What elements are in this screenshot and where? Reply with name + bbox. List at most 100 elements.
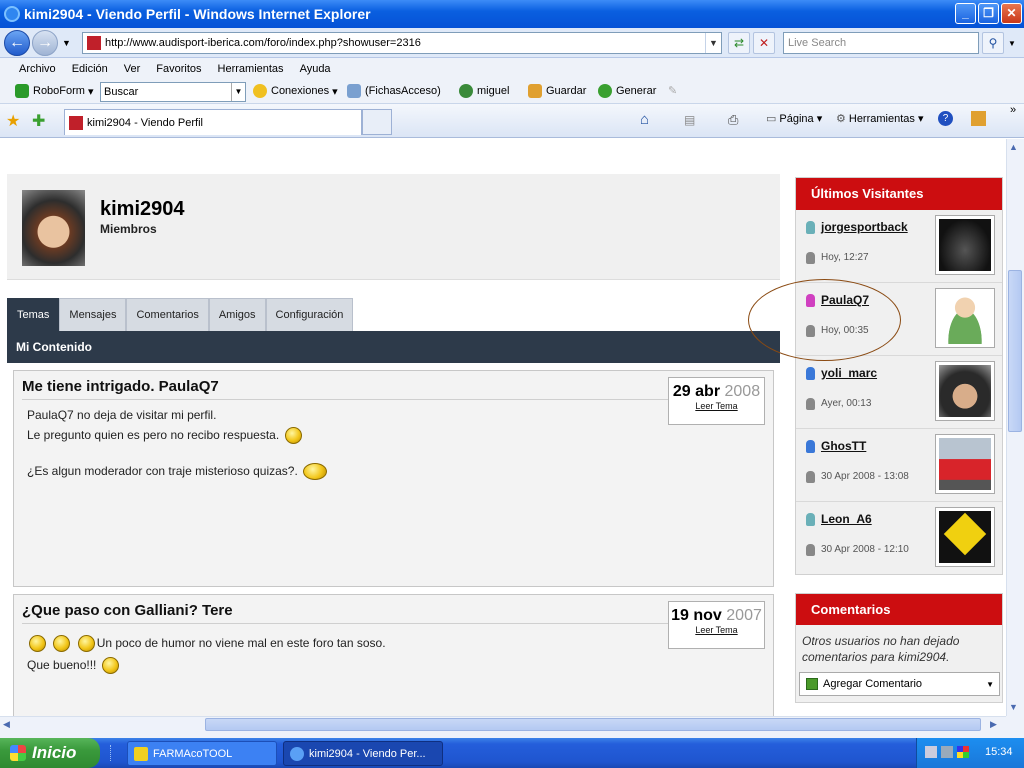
task-farmacotool[interactable]: FARMAcoTOOL — [127, 741, 277, 766]
herramientas-menu[interactable]: ⚙ Herramientas ▾ — [836, 112, 923, 126]
visitor-avatar[interactable] — [935, 434, 995, 494]
site-favicon — [87, 36, 101, 50]
tab-mensajes[interactable]: Mensajes — [59, 298, 127, 331]
confused-emoticon-icon — [284, 427, 302, 445]
minimize-button[interactable]: _ — [955, 3, 976, 24]
start-button[interactable]: Inicio — [0, 738, 100, 768]
fichas-label: (FichasAcceso) — [365, 85, 441, 97]
laugh-emoticon-icon — [53, 635, 71, 653]
visitor-avatar[interactable] — [935, 288, 995, 348]
visitor-name[interactable]: jorgesportback — [821, 220, 908, 234]
menu-favoritos[interactable]: Favoritos — [156, 63, 201, 75]
buscar-dropdown-icon[interactable]: ▼ — [231, 83, 245, 101]
clock[interactable]: 15:34 — [985, 746, 1013, 758]
post-title[interactable]: Me tiene intrigado. PaulaQ7 — [22, 378, 219, 395]
tab-comentarios[interactable]: Comentarios — [126, 298, 209, 331]
visitor-name[interactable]: GhosTT — [821, 439, 866, 453]
add-comment-button[interactable]: Agregar Comentario ▼ — [799, 672, 1000, 696]
system-tray: 15:34 — [916, 738, 1024, 768]
ie-icon — [4, 6, 20, 22]
address-dropdown-icon[interactable]: ▼ — [705, 33, 721, 53]
eraser-icon[interactable]: ✎ — [668, 84, 677, 97]
comments-empty-text: Otros usuarios no han dejado comentarios… — [802, 634, 960, 664]
roboform-button[interactable]: RoboForm ▾ — [15, 84, 94, 98]
visitor-name[interactable]: Leon_A6 — [821, 512, 872, 526]
visitor-item: Leon_A6 30 Apr 2008 - 12:10 — [796, 502, 1002, 575]
post-date: 19 nov 2007 Leer Tema — [668, 601, 765, 649]
person-icon — [806, 221, 815, 234]
tab-title: kimi2904 - Viendo Perfil — [87, 116, 203, 129]
visitors-title: Últimos Visitantes — [796, 178, 1002, 210]
post-title[interactable]: ¿Que paso con Galliani? Tere — [22, 602, 233, 619]
roboform-icon — [15, 84, 29, 98]
guardar-button[interactable]: Guardar — [528, 84, 586, 98]
leer-tema-link[interactable]: Leer Tema — [669, 401, 764, 411]
tab-temas[interactable]: Temas — [7, 298, 60, 331]
person-icon — [806, 513, 815, 526]
refresh-button[interactable]: ⇄ — [728, 32, 750, 54]
horizontal-scroll-thumb[interactable] — [205, 718, 981, 731]
home-icon[interactable]: ⌂ — [640, 111, 649, 128]
post-line: ¿Es algun moderador con traje misterioso… — [27, 464, 298, 478]
live-search-input[interactable]: Live Search — [783, 32, 979, 54]
tab-amigos[interactable]: Amigos — [208, 298, 266, 331]
new-tab-button[interactable] — [362, 109, 392, 135]
network-icon[interactable] — [925, 746, 937, 758]
save-icon — [528, 84, 542, 98]
vertical-scroll-thumb[interactable] — [1008, 270, 1022, 432]
scroll-right-icon[interactable]: ▶ — [990, 719, 997, 730]
menu-edicion[interactable]: Edición — [72, 63, 108, 75]
post-line: Que bueno!!! — [27, 658, 97, 672]
menu-ayuda[interactable]: Ayuda — [300, 63, 331, 75]
scroll-down-icon[interactable]: ▼ — [1009, 702, 1018, 712]
tab-configuracion[interactable]: Configuración — [265, 298, 354, 331]
back-button[interactable]: ← — [4, 30, 30, 56]
feeds-icon[interactable]: ▤ — [684, 113, 695, 127]
visitor-avatar[interactable] — [935, 361, 995, 421]
research-icon[interactable] — [971, 111, 986, 126]
favorites-star-icon[interactable]: ★ — [6, 111, 20, 131]
search-options-icon[interactable]: ▼ — [1008, 39, 1016, 48]
visitor-item: GhosTT 30 Apr 2008 - 13:08 — [796, 429, 1002, 502]
monitor-icon[interactable] — [941, 746, 953, 758]
visitor-name[interactable]: yoli_marc — [821, 366, 877, 380]
window-title-bar: kimi2904 - Viendo Perfil - Windows Inter… — [0, 0, 1024, 28]
user-icon — [459, 84, 473, 98]
profile-username: kimi2904 — [100, 198, 185, 220]
task-ie[interactable]: kimi2904 - Viendo Per... — [283, 741, 443, 766]
scroll-left-icon[interactable]: ◀ — [3, 719, 10, 730]
post-year: 2008 — [724, 383, 761, 400]
maximize-button[interactable]: ❐ — [978, 3, 999, 24]
menu-herramientas[interactable]: Herramientas — [218, 63, 284, 75]
visitor-avatar[interactable] — [935, 215, 995, 275]
flag-icon[interactable] — [957, 746, 969, 758]
menu-ver[interactable]: Ver — [124, 63, 141, 75]
history-dropdown-icon[interactable]: ▼ — [62, 38, 71, 48]
post-day: 29 abr — [672, 383, 721, 400]
print-icon[interactable]: ⎙ — [728, 112, 738, 128]
address-bar[interactable]: http://www.audisport-iberica.com/foro/in… — [82, 32, 722, 54]
chevron-more-icon[interactable]: » — [1010, 104, 1016, 116]
visitor-item: yoli_marc Ayer, 00:13 — [796, 356, 1002, 429]
miguel-button[interactable]: miguel — [459, 84, 509, 98]
fichas-button[interactable]: (FichasAcceso) — [347, 84, 441, 98]
forward-button[interactable]: → — [32, 30, 58, 56]
close-button[interactable]: ✕ — [1001, 3, 1022, 24]
generar-button[interactable]: Generar — [598, 84, 656, 98]
leer-tema-link[interactable]: Leer Tema — [669, 625, 764, 635]
post-line: Un poco de humor no viene mal en este fo… — [96, 636, 386, 650]
pagina-menu[interactable]: ▭ Página ▾ — [766, 112, 822, 126]
stop-button[interactable]: ✕ — [753, 32, 775, 54]
menu-archivo[interactable]: Archivo — [19, 63, 56, 75]
buscar-field[interactable]: Buscar — [100, 82, 246, 102]
roboform-label: RoboForm — [33, 85, 85, 97]
tab-active[interactable]: kimi2904 - Viendo Perfil — [64, 109, 362, 135]
scroll-up-icon[interactable]: ▲ — [1009, 142, 1018, 152]
search-icon[interactable]: ⚲ — [982, 32, 1004, 54]
comments-title: Comentarios — [796, 594, 1002, 625]
visitor-avatar[interactable] — [935, 507, 995, 567]
help-icon[interactable]: ? — [938, 111, 953, 126]
conexiones-button[interactable]: Conexiones ▾ — [253, 84, 338, 98]
add-favorites-icon[interactable]: ✚ — [32, 111, 45, 131]
star-icon — [253, 84, 267, 98]
